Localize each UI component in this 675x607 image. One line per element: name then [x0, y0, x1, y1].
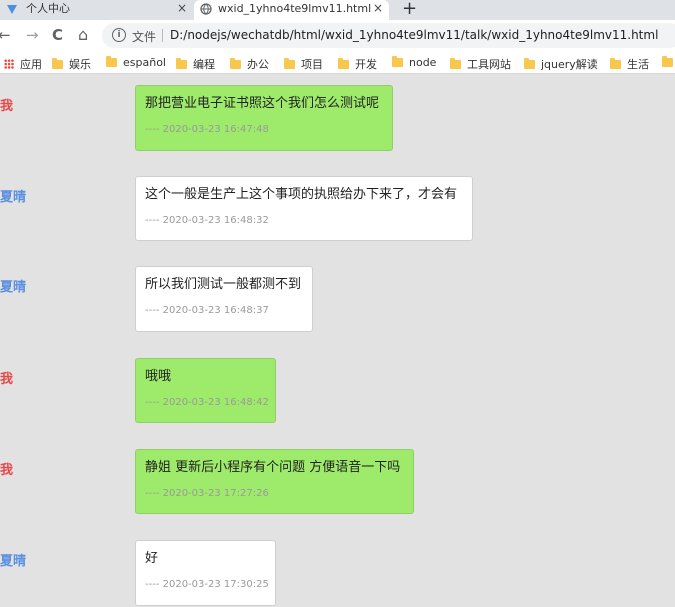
- tab-title: wxid_1yhno4te9lmv11.html: [218, 2, 372, 15]
- bookmark-folder[interactable]: jquery解读: [524, 56, 598, 72]
- bookmark-folder[interactable]: 项目: [284, 56, 323, 72]
- message-time: ---- 2020-03-23 17:27:26: [145, 488, 269, 499]
- message-text: 所以我们测试一般都测不到: [145, 277, 302, 292]
- new-tab-button[interactable]: +: [402, 0, 417, 19]
- bookmark-folder[interactable]: 生活: [610, 56, 649, 72]
- sender-name: 我: [0, 99, 14, 114]
- bookmark-folder[interactable]: 编程: [176, 56, 215, 72]
- bookmark-folder[interactable]: node: [392, 56, 436, 69]
- message-bubble: 那把营业电子证书照这个我们怎么测试呢 ---- 2020-03-23 16:47…: [135, 85, 393, 151]
- message-text: 好: [145, 551, 159, 566]
- tab-chat-page[interactable]: wxid_1yhno4te9lmv11.html ×: [194, 0, 389, 20]
- close-icon[interactable]: ×: [373, 0, 383, 17]
- sender-name: 夏晴: [0, 280, 27, 295]
- divider: [162, 29, 163, 42]
- message-bubble: 这个一般是生产上这个事项的执照给办下来了，才会有 ---- 2020-03-23…: [135, 176, 473, 241]
- folder-icon: [450, 58, 461, 69]
- folder-icon: [610, 58, 621, 69]
- folder-icon: [392, 56, 403, 67]
- close-icon[interactable]: ×: [177, 0, 187, 17]
- bookmark-folder[interactable]: 娱乐: [52, 56, 91, 72]
- home-button[interactable]: ⌂: [78, 25, 88, 45]
- chat-transcript: 我 那把营业电子证书照这个我们怎么测试呢 ---- 2020-03-23 16:…: [0, 74, 675, 607]
- folder-icon: [176, 58, 187, 69]
- folder-icon: [338, 58, 349, 69]
- folder-icon: [106, 56, 117, 67]
- message-time: ---- 2020-03-23 16:47:48: [145, 124, 269, 135]
- forward-button[interactable]: →: [26, 25, 39, 45]
- message-time: ---- 2020-03-23 16:48:37: [145, 305, 269, 316]
- message-bubble: 哦哦 ---- 2020-03-23 16:48:42: [135, 358, 276, 423]
- bookmark-label: español: [123, 56, 166, 69]
- message-time: ---- 2020-03-23 16:48:42: [145, 397, 269, 408]
- bookmark-folder[interactable]: 工具网站: [450, 56, 511, 72]
- folder-icon: [52, 58, 63, 69]
- tab-strip: 个人中心 × wxid_1yhno4te9lmv11.html × +: [0, 0, 675, 20]
- bookmark-label: 应用: [20, 58, 42, 71]
- bookmark-label: 编程: [193, 58, 215, 71]
- bookmark-label: jquery解读: [541, 58, 598, 71]
- folder-icon: [662, 56, 673, 67]
- folder-icon: [230, 58, 241, 69]
- bookmark-apps[interactable]: 应用: [4, 56, 42, 72]
- bookmark-label: 生活: [627, 58, 649, 71]
- sender-name: 我: [0, 372, 14, 387]
- message-text: 这个一般是生产上这个事项的执照给办下来了，才会有: [145, 187, 458, 202]
- message-time: ---- 2020-03-23 16:48:32: [145, 215, 269, 226]
- folder-icon: [524, 58, 535, 69]
- bookmark-folder[interactable]: [662, 56, 675, 69]
- url-text[interactable]: D:/nodejs/wechatdb/html/wxid_1yhno4te9lm…: [170, 28, 658, 42]
- bookmark-label: node: [409, 56, 437, 69]
- message-bubble: 静姐 更新后小程序有个问题 方便语音一下吗 ---- 2020-03-23 17…: [135, 449, 414, 514]
- shield-icon: [7, 5, 17, 14]
- tab-personal-center[interactable]: 个人中心 ×: [0, 0, 193, 20]
- bookmark-label: 娱乐: [69, 58, 91, 71]
- globe-icon: [200, 3, 212, 15]
- bookmark-folder[interactable]: 开发: [338, 56, 377, 72]
- bookmark-label: 开发: [355, 58, 377, 71]
- message-text: 那把营业电子证书照这个我们怎么测试呢: [145, 96, 380, 111]
- bookmark-folder[interactable]: 办公: [230, 56, 269, 72]
- sender-name: 夏晴: [0, 554, 27, 569]
- message-bubble: 好 ---- 2020-03-23 17:30:25: [135, 540, 276, 606]
- scheme-label: 文件: [132, 30, 157, 44]
- message-text: 哦哦: [145, 369, 172, 384]
- reload-button[interactable]: C: [52, 25, 63, 45]
- apps-grid-icon: [4, 59, 14, 69]
- folder-icon: [284, 58, 295, 69]
- info-icon[interactable]: i: [112, 28, 126, 42]
- address-bar[interactable]: i 文件 D:/nodejs/wechatdb/html/wxid_1yhno4…: [102, 23, 675, 48]
- browser-toolbar: ← → C ⌂ i 文件 D:/nodejs/wechatdb/html/wxi…: [0, 20, 675, 51]
- bookmark-folder[interactable]: español: [106, 56, 166, 69]
- bookmark-label: 项目: [301, 58, 323, 71]
- sender-name: 我: [0, 463, 14, 478]
- tab-title: 个人中心: [26, 2, 70, 15]
- bookmarks-bar: 应用 娱乐 español 编程 办公 项目 开发 node 工具网站 jque…: [0, 51, 675, 74]
- back-button[interactable]: ←: [0, 25, 11, 45]
- message-bubble: 所以我们测试一般都测不到 ---- 2020-03-23 16:48:37: [135, 266, 313, 332]
- message-time: ---- 2020-03-23 17:30:25: [145, 579, 269, 590]
- message-text: 静姐 更新后小程序有个问题 方便语音一下吗: [145, 460, 401, 475]
- bookmark-label: 工具网站: [467, 58, 511, 71]
- sender-name: 夏晴: [0, 190, 27, 205]
- bookmark-label: 办公: [247, 58, 269, 71]
